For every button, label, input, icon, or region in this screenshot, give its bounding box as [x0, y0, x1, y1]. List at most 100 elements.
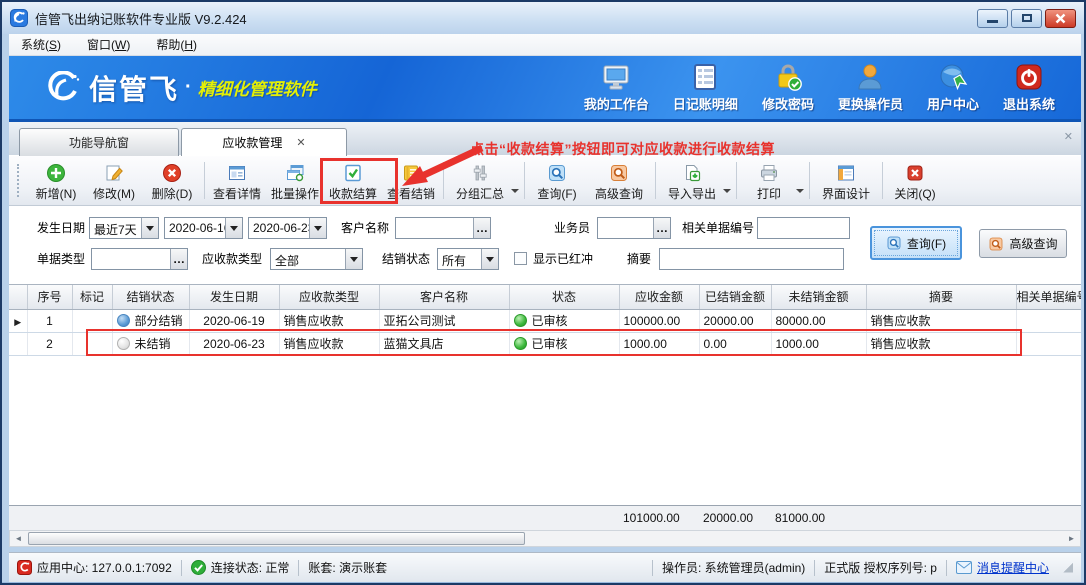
import-export-button[interactable]: 导入导出 [659, 156, 725, 205]
salesman-input[interactable]: … [597, 217, 671, 239]
menu-bar: 系统(S) 窗口(W) 帮助(H) [9, 34, 1081, 56]
date-to-select[interactable]: 2020-06-23 [248, 217, 327, 239]
settle-state-select[interactable]: 所有 [437, 248, 499, 270]
customer-input[interactable]: … [395, 217, 491, 239]
dropdown-arrow-icon[interactable] [225, 218, 242, 238]
lookup-ellipsis-icon[interactable]: … [653, 218, 670, 238]
toolbar-adv-query-button[interactable]: 高级查询 [586, 156, 652, 205]
date-preset-select[interactable]: 最近7天 [89, 217, 159, 239]
recv-type-select[interactable]: 全部 [270, 248, 363, 270]
related-no-label: 相关单据编号 [682, 217, 754, 239]
edit-button[interactable]: 修改(M) [85, 156, 143, 205]
toolbar-separator [204, 162, 205, 199]
dropdown-arrow-icon[interactable] [141, 218, 158, 238]
view-details-button[interactable]: 查看详情 [208, 156, 266, 205]
connection-status: 连接状态: 正常 [191, 559, 290, 576]
batch-operations-icon [285, 163, 305, 183]
title-bar[interactable]: 信管飞出纳记账软件专业版 V9.2.424 [2, 2, 1084, 34]
toolbar-grip[interactable] [17, 164, 21, 197]
group-summary-dropdown-icon[interactable] [511, 189, 519, 193]
app-logo-icon [10, 9, 28, 27]
customer-label: 客户名称 [341, 217, 389, 239]
date-from-select[interactable]: 2020-06-16 [164, 217, 243, 239]
brand: 信管飞 · 精细化管理软件 [47, 68, 317, 108]
memo-input[interactable] [659, 248, 844, 270]
message-center-link[interactable]: 消息提醒中心 [956, 559, 1049, 576]
toolbar-query-button[interactable]: 查询(F) [528, 156, 586, 205]
action-change-password[interactable]: 修改密码 [762, 62, 814, 113]
col-settle-status[interactable]: 结销状态 [112, 285, 189, 309]
operator-icon [855, 62, 885, 92]
menu-system[interactable]: 系统(S) [21, 36, 61, 53]
scroll-left-icon[interactable]: ◄ [10, 531, 27, 546]
dropdown-arrow-icon[interactable] [345, 249, 362, 269]
maximize-button[interactable] [1011, 9, 1042, 28]
tab-nav-panel[interactable]: 功能导航窗 [19, 128, 179, 156]
current-row-pointer-icon: ▶ [9, 309, 27, 332]
action-journal-detail[interactable]: 日记账明细 [673, 62, 738, 113]
table-row[interactable]: 2 未结销 2020-06-23 销售应收款 蓝猫文具店 已审核 1000.00… [9, 332, 1081, 355]
action-switch-operator[interactable]: 更换操作员 [838, 62, 903, 113]
advanced-query-button[interactable]: 高级查询 [979, 229, 1067, 258]
view-settle-button[interactable]: 查看结销 [382, 156, 440, 205]
scrollbar-thumb[interactable] [28, 532, 525, 545]
doc-type-input[interactable]: … [91, 248, 188, 270]
dropdown-arrow-icon[interactable] [481, 249, 498, 269]
col-seq[interactable]: 序号 [27, 285, 72, 309]
horizontal-scrollbar[interactable]: ◄ ► [9, 530, 1081, 547]
col-unsettled[interactable]: 未结销金额 [771, 285, 866, 309]
group-summary-icon [470, 163, 490, 183]
status-separator [652, 560, 653, 576]
toolbar-separator [524, 162, 525, 199]
add-button[interactable]: 新增(N) [27, 156, 85, 205]
scroll-right-icon[interactable]: ► [1063, 531, 1080, 546]
query-button[interactable]: 查询(F) [870, 226, 962, 260]
panel-close-icon[interactable]: ✕ [1064, 130, 1073, 143]
total-unsettled: 81000.00 [771, 506, 866, 530]
table-row[interactable]: ▶ 1 部分结销 2020-06-19 销售应收款 亚拓公司测试 已审核 100… [9, 309, 1081, 332]
receipt-settle-icon [343, 163, 363, 183]
batch-operations-button[interactable]: 批量操作 [266, 156, 324, 205]
menu-help[interactable]: 帮助(H) [156, 36, 197, 53]
annotation-text: 点击“收款结算”按钮即可对应收款进行收款结算 [470, 139, 775, 159]
lookup-ellipsis-icon[interactable]: … [473, 218, 490, 238]
col-customer[interactable]: 客户名称 [379, 285, 509, 309]
lookup-ellipsis-icon[interactable]: … [170, 249, 187, 269]
col-related[interactable]: 相关单据编号 [1016, 285, 1081, 309]
account-set-status: 账套: 演示账套 [308, 559, 387, 576]
group-summary-button[interactable]: 分组汇总 [447, 156, 513, 205]
query-icon [547, 163, 567, 183]
col-settled[interactable]: 已结销金额 [699, 285, 771, 309]
print-dropdown-icon[interactable] [796, 189, 804, 193]
action-my-workbench[interactable]: 我的工作台 [584, 62, 649, 113]
receipt-settle-button[interactable]: 收款结算 [324, 156, 382, 205]
brand-dot: · [185, 76, 192, 99]
action-exit-system[interactable]: 退出系统 [1003, 62, 1055, 113]
unsettled-dot-icon [117, 337, 130, 350]
related-no-input[interactable] [757, 217, 850, 239]
tab-close-icon[interactable]: ✕ [296, 136, 305, 149]
col-memo[interactable]: 摘要 [866, 285, 1016, 309]
close-button[interactable] [1045, 9, 1076, 28]
delete-button[interactable]: 删除(D) [143, 156, 201, 205]
mail-icon [956, 561, 972, 574]
minimize-button[interactable] [977, 9, 1008, 28]
col-status[interactable]: 状态 [509, 285, 619, 309]
tab-receivable-management[interactable]: 应收款管理 ✕ [181, 128, 347, 156]
col-mark[interactable]: 标记 [72, 285, 112, 309]
show-reversed-checkbox[interactable] [514, 252, 527, 265]
print-button[interactable]: 打印 [740, 156, 798, 205]
operator-status: 操作员: 系统管理员(admin) [662, 559, 805, 576]
dropdown-arrow-icon[interactable] [309, 218, 326, 238]
col-date[interactable]: 发生日期 [189, 285, 279, 309]
resize-grip[interactable] [1063, 563, 1073, 573]
ui-design-button[interactable]: 界面设计 [813, 156, 879, 205]
toolbar-close-icon [905, 163, 925, 183]
import-export-dropdown-icon[interactable] [723, 189, 731, 193]
col-amount[interactable]: 应收金额 [619, 285, 699, 309]
import-export-icon [682, 163, 702, 183]
action-user-center[interactable]: 用户中心 [927, 62, 979, 113]
menu-window[interactable]: 窗口(W) [87, 36, 130, 53]
col-type[interactable]: 应收款类型 [279, 285, 379, 309]
toolbar-close-button[interactable]: 关闭(Q) [886, 156, 944, 205]
